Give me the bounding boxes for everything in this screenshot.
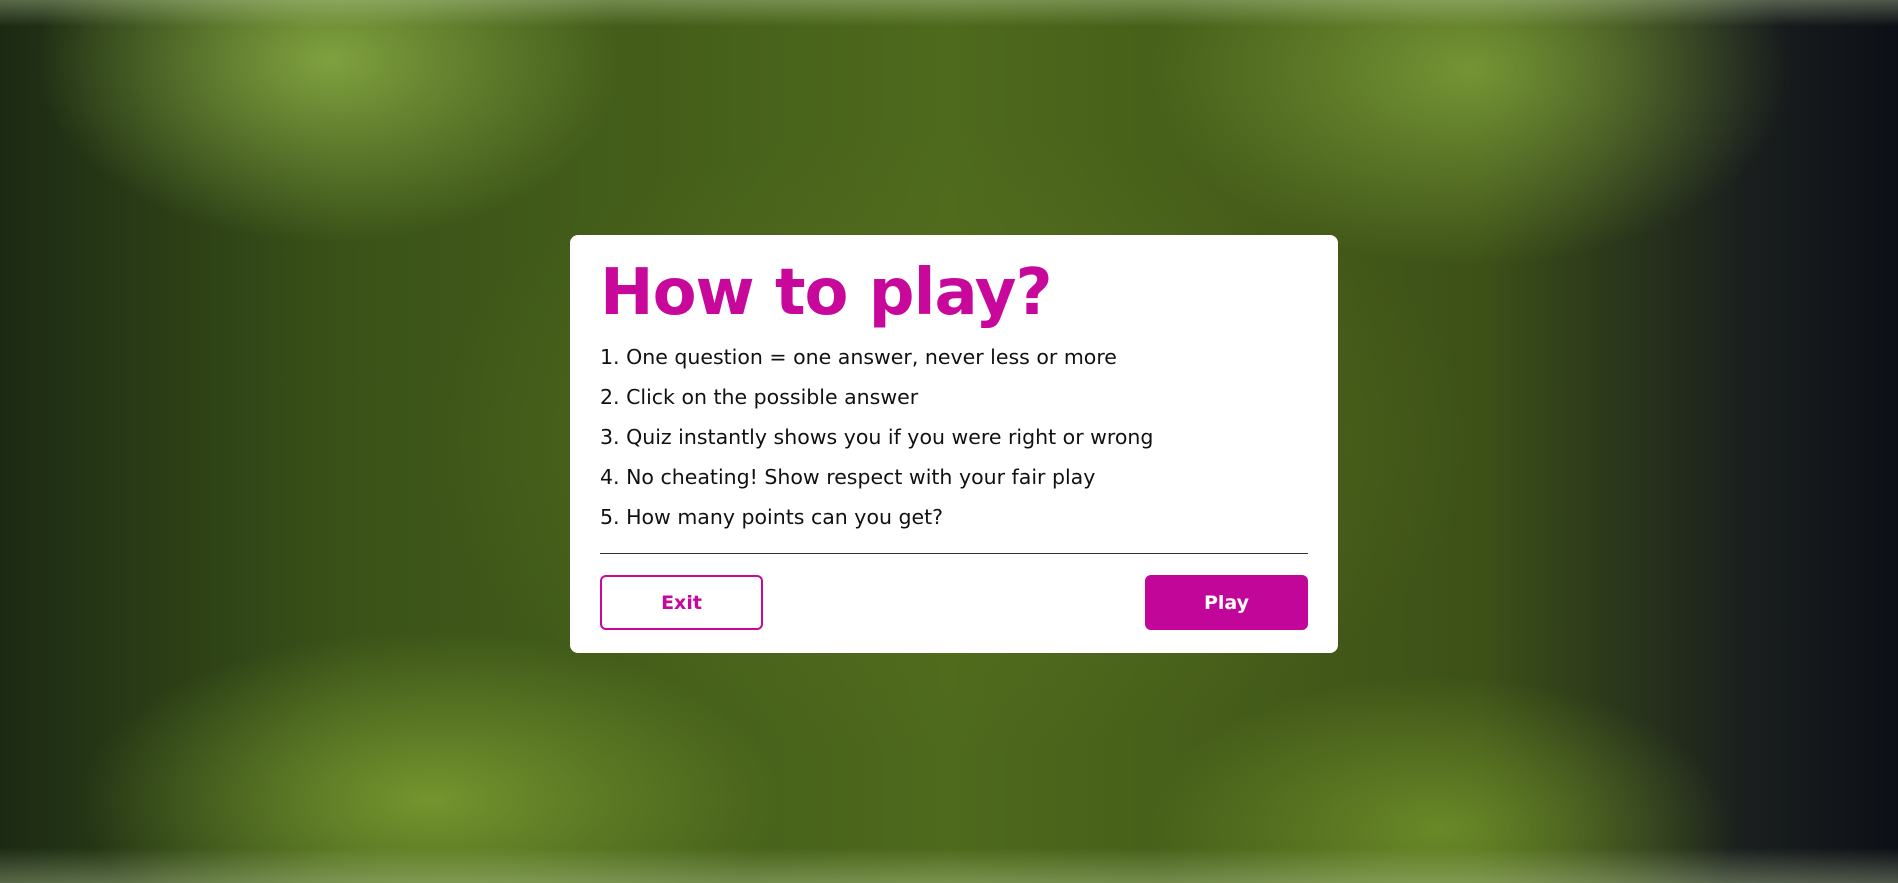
dialog-title: How to play? [600,256,1053,330]
rule-item: 2. Click on the possible answer [600,385,919,409]
rule-item: 4. No cheating! Show respect with your f… [600,465,1096,489]
rule-item: 1. One question = one answer, never less… [600,345,1117,369]
play-button[interactable]: Play [1145,575,1308,630]
how-to-play-dialog: How to play? 1. One question = one answe… [570,235,1338,653]
exit-button[interactable]: Exit [600,575,763,630]
divider [600,553,1308,554]
rules-list: 1. One question = one answer, never less… [600,345,1308,545]
rule-item: 5. How many points can you get? [600,505,944,529]
rule-item: 3. Quiz instantly shows you if you were … [600,425,1154,449]
